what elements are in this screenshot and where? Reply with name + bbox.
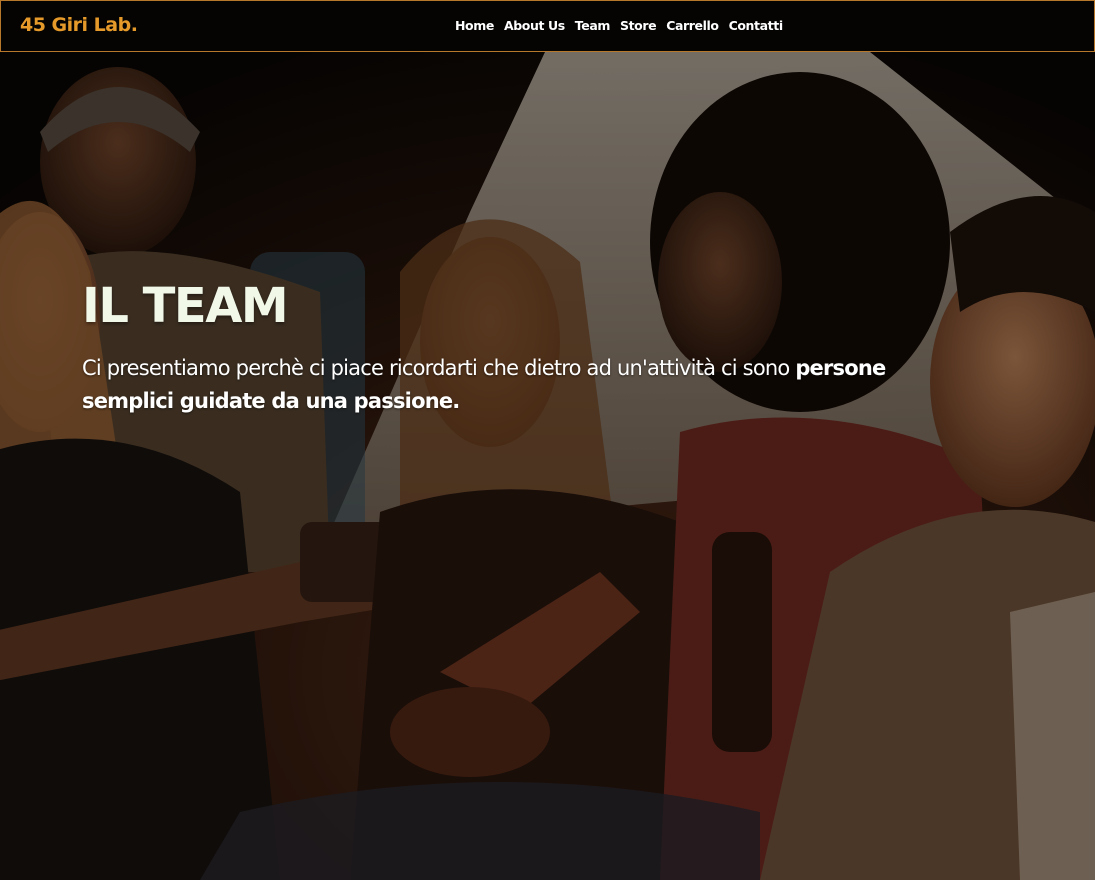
nav-link-about-us[interactable]: About Us [504,18,565,33]
nav-link-team[interactable]: Team [575,18,611,33]
hero-section: IL TEAM Ci presentiamo perchè ci piace r… [0,52,1095,880]
top-navbar: 45 Giri Lab. Home About Us Team Store Ca… [0,0,1095,52]
hero-title: IL TEAM [82,278,289,334]
brand-logo-link[interactable]: 45 Giri Lab. [20,14,138,36]
nav-link-home[interactable]: Home [455,18,494,33]
hero-dark-overlay [0,52,1095,880]
hero-description: Ci presentiamo perchè ci piace ricordart… [82,352,962,418]
nav-link-carrello[interactable]: Carrello [666,18,719,33]
nav-links: Home About Us Team Store Carrello Contat… [455,18,783,33]
nav-link-store[interactable]: Store [620,18,657,33]
hero-description-regular: Ci presentiamo perchè ci piace ricordart… [82,356,796,380]
nav-link-contatti[interactable]: Contatti [729,18,784,33]
